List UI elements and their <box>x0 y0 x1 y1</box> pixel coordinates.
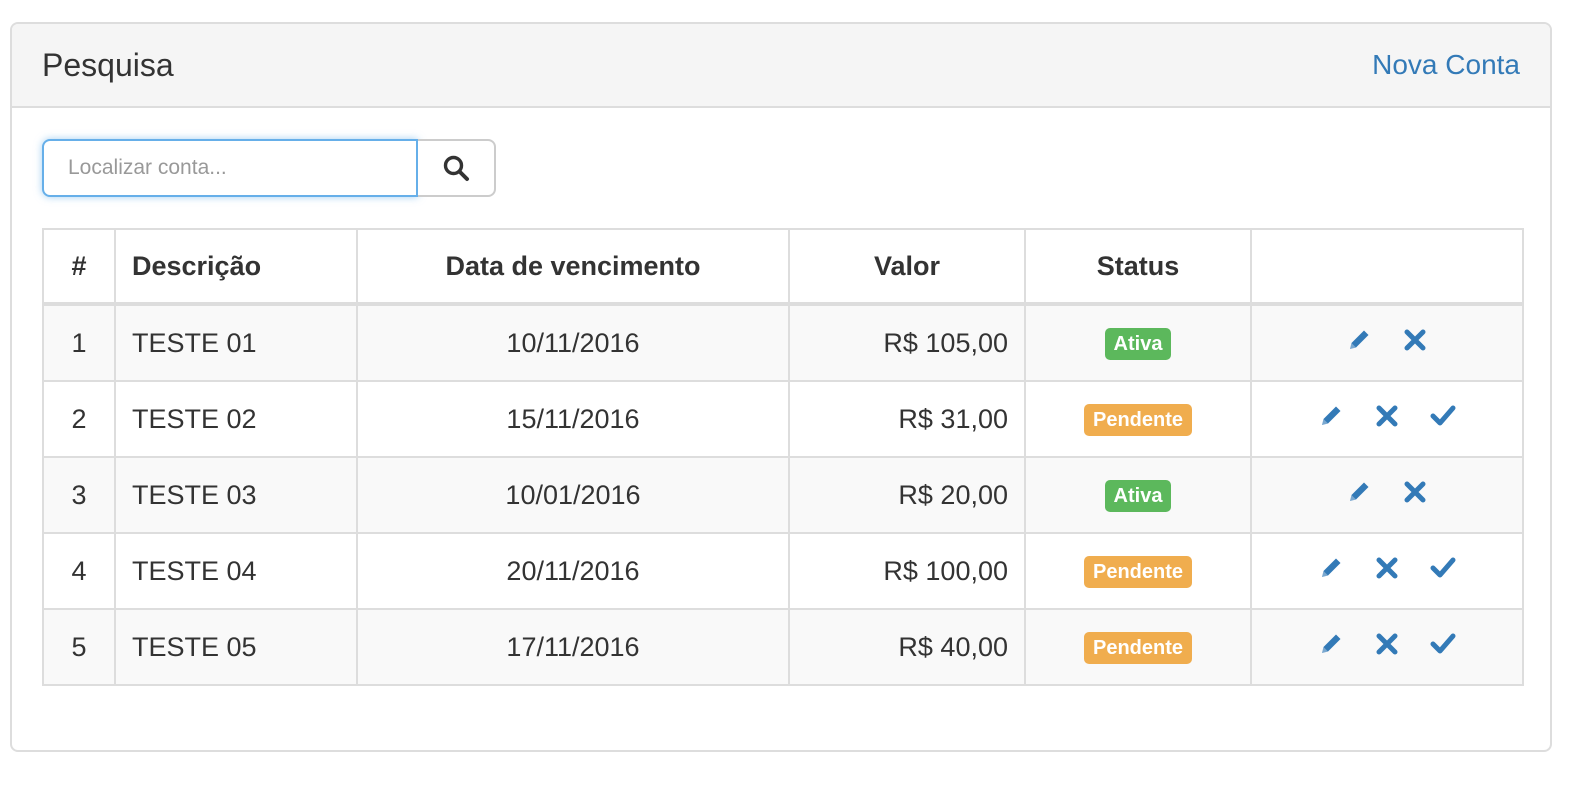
pencil-icon <box>1322 558 1341 577</box>
cell-actions <box>1250 608 1524 686</box>
check-icon <box>1430 405 1456 425</box>
cell-value: R$ 105,00 <box>788 303 1026 382</box>
status-badge: Pendente <box>1083 404 1193 436</box>
confirm-button[interactable] <box>1430 555 1456 581</box>
confirm-button[interactable] <box>1430 403 1456 429</box>
cell-number: 5 <box>42 608 116 686</box>
cell-actions <box>1250 456 1524 534</box>
cell-number: 4 <box>42 532 116 610</box>
header-status: Status <box>1024 228 1252 306</box>
close-icon <box>1404 329 1426 350</box>
header-description: Descrição <box>114 228 358 306</box>
cell-description: TESTE 02 <box>114 380 358 458</box>
close-icon <box>1404 481 1426 502</box>
cell-description: TESTE 04 <box>114 532 358 610</box>
pencil-icon <box>1322 634 1341 653</box>
search-icon <box>443 155 469 181</box>
status-badge: Pendente <box>1083 556 1193 588</box>
panel-title: Pesquisa <box>42 46 174 83</box>
search-panel: Pesquisa Nova Conta # Descrição Data de … <box>10 22 1552 752</box>
row-actions <box>1318 631 1456 657</box>
cell-actions <box>1250 303 1524 382</box>
confirm-button[interactable] <box>1430 631 1456 657</box>
cell-due-date: 10/11/2016 <box>356 303 790 382</box>
cell-due-date: 17/11/2016 <box>356 608 790 686</box>
delete-button[interactable] <box>1374 631 1400 657</box>
delete-button[interactable] <box>1374 403 1400 429</box>
edit-button[interactable] <box>1346 479 1372 505</box>
panel-heading: Pesquisa Nova Conta <box>12 24 1550 108</box>
close-icon <box>1376 405 1398 426</box>
delete-button[interactable] <box>1402 327 1428 353</box>
search-group <box>42 139 496 197</box>
edit-button[interactable] <box>1318 631 1344 657</box>
cell-number: 2 <box>42 380 116 458</box>
table-header-row: # Descrição Data de vencimento Valor Sta… <box>42 228 1524 306</box>
new-account-link[interactable]: Nova Conta <box>1372 49 1520 81</box>
cell-number: 3 <box>42 456 116 534</box>
check-icon <box>1430 557 1456 577</box>
status-badge: Pendente <box>1083 632 1193 664</box>
table-row: 5 TESTE 05 17/11/2016 R$ 40,00 Pendente <box>42 608 1524 686</box>
cell-due-date: 15/11/2016 <box>356 380 790 458</box>
search-button[interactable] <box>418 139 496 197</box>
check-icon <box>1430 633 1456 653</box>
cell-status: Pendente <box>1024 380 1252 458</box>
cell-status: Ativa <box>1024 303 1252 382</box>
close-icon <box>1376 633 1398 654</box>
cell-description: TESTE 05 <box>114 608 358 686</box>
status-badge: Ativa <box>1104 480 1172 512</box>
search-input[interactable] <box>42 139 418 197</box>
cell-status: Pendente <box>1024 532 1252 610</box>
pencil-icon <box>1350 330 1369 349</box>
cell-actions <box>1250 380 1524 458</box>
header-value: Valor <box>788 228 1026 306</box>
table-row: 1 TESTE 01 10/11/2016 R$ 105,00 Ativa <box>42 303 1524 382</box>
delete-button[interactable] <box>1402 479 1428 505</box>
cell-number: 1 <box>42 303 116 382</box>
status-badge: Ativa <box>1104 328 1172 360</box>
cell-value: R$ 31,00 <box>788 380 1026 458</box>
header-actions <box>1250 228 1524 306</box>
pencil-icon <box>1322 406 1341 425</box>
row-actions <box>1318 555 1456 581</box>
cell-due-date: 10/01/2016 <box>356 456 790 534</box>
edit-button[interactable] <box>1346 327 1372 353</box>
edit-button[interactable] <box>1318 403 1344 429</box>
table-row: 4 TESTE 04 20/11/2016 R$ 100,00 Pendente <box>42 532 1524 610</box>
cell-actions <box>1250 532 1524 610</box>
delete-button[interactable] <box>1374 555 1400 581</box>
table-row: 3 TESTE 03 10/01/2016 R$ 20,00 Ativa <box>42 456 1524 534</box>
cell-status: Ativa <box>1024 456 1252 534</box>
pencil-icon <box>1350 482 1369 501</box>
cell-description: TESTE 01 <box>114 303 358 382</box>
cell-value: R$ 20,00 <box>788 456 1026 534</box>
row-actions <box>1318 403 1456 429</box>
edit-button[interactable] <box>1318 555 1344 581</box>
header-due-date: Data de vencimento <box>356 228 790 306</box>
table-row: 2 TESTE 02 15/11/2016 R$ 31,00 Pendente <box>42 380 1524 458</box>
cell-value: R$ 40,00 <box>788 608 1026 686</box>
close-icon <box>1376 557 1398 578</box>
row-actions <box>1346 327 1428 353</box>
header-number: # <box>42 228 116 306</box>
cell-due-date: 20/11/2016 <box>356 532 790 610</box>
cell-description: TESTE 03 <box>114 456 358 534</box>
table-body: 1 TESTE 01 10/11/2016 R$ 105,00 Ativa 2 TESTE … <box>42 303 1524 686</box>
accounts-table: # Descrição Data de vencimento Valor Sta… <box>42 228 1524 686</box>
cell-value: R$ 100,00 <box>788 532 1026 610</box>
row-actions <box>1346 479 1428 505</box>
cell-status: Pendente <box>1024 608 1252 686</box>
